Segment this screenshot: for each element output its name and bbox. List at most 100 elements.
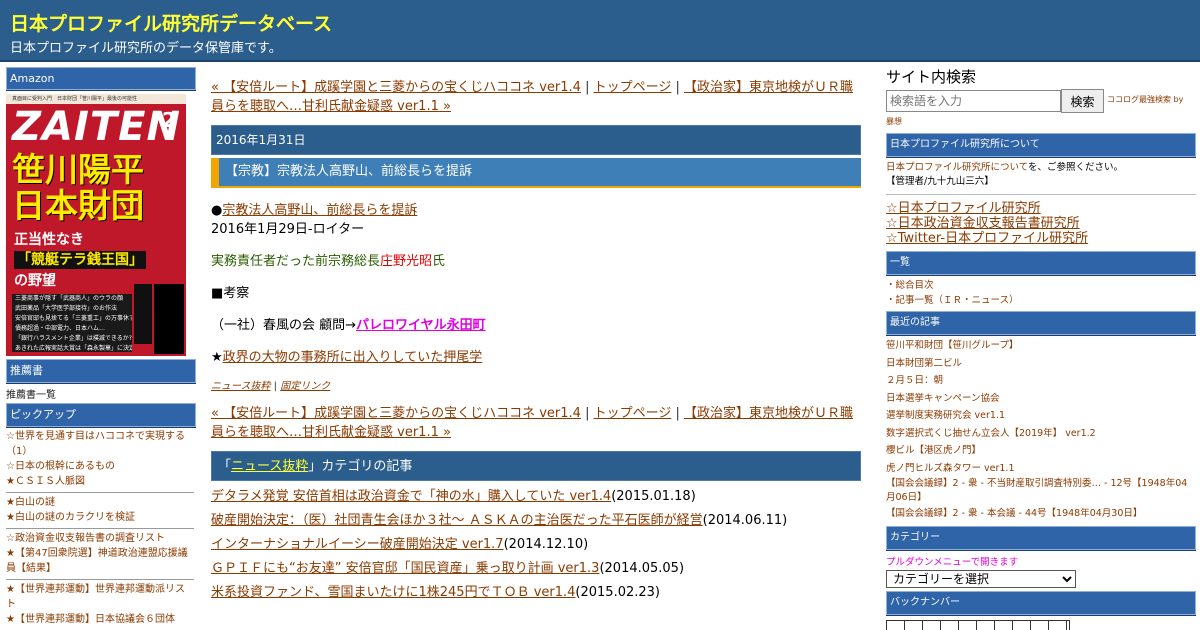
main-content: « 【安倍ルート】成蹊学園と三菱からの宝くじハココネ ver1.4 | トップペ… — [211, 78, 861, 605]
category-header-link[interactable]: ニュース抜粋 — [231, 459, 308, 474]
list-item[interactable]: ・総合目次 — [886, 278, 1196, 293]
pickup-link[interactable]: ★白山の謎のカラクリを検証 — [6, 510, 194, 525]
magazine-sub3: の野望 — [14, 273, 56, 289]
list-heading: 一覧 — [886, 251, 1196, 275]
pickup-group: ☆政治資金収支報告書の調査リスト ★【第47回衆院選】神道政治連盟応援議員【結果… — [6, 529, 194, 580]
recent-post-link[interactable]: 数字選択式くじ抽せん立会人【2019年】 ver1.2 — [886, 425, 1196, 443]
recent-post-link[interactable]: 櫻ビル【港区虎ノ門】 — [886, 442, 1196, 460]
external-link[interactable]: ☆日本政治資金収支報告書研究所 — [886, 216, 1196, 231]
recent-post-link[interactable]: 【国会会議録】2 - 衆 - 本会議 - 44号【1948年04月30日】 — [886, 505, 1196, 523]
post-navigation-top: « 【安倍ルート】成蹊学園と三菱からの宝くじハココネ ver1.4 | トップペ… — [211, 80, 854, 114]
pickup-link[interactable]: ★【第47回衆院選】神道政治連盟応援議員【結果】 — [6, 546, 194, 576]
magazine-headline: 笹川陽平 日本財団 — [12, 150, 144, 225]
pickup-link[interactable]: ☆世界を見通す目はハココネで実現する（1） — [6, 429, 194, 459]
recommend-heading: 推薦書 — [6, 359, 196, 383]
related-article-link[interactable]: ＧＰＩＦにも“お友達” 安倍官邸「国民資産」乗っ取り計画 ver1.3 — [211, 561, 599, 576]
star-line: ★政界の大物の事務所に出入りしていた押尾学 — [211, 350, 483, 365]
recent-posts-list: 笹川平和財団【笹川グループ】 日本財団第二ビル ２月５日：朝 日本選挙キャンペー… — [886, 337, 1196, 523]
about-link[interactable]: 日本プロファイル研究所について — [886, 162, 1028, 173]
prev-post-link[interactable]: « 【安倍ルート】成蹊学園と三菱からの宝くじハココネ ver1.4 — [211, 80, 581, 95]
kousatsu-heading: ■考察 — [211, 286, 250, 301]
pickup-link[interactable]: ☆政治資金収支報告書の調査リスト — [6, 531, 194, 546]
recent-post-link[interactable]: ２月５日：朝 — [886, 372, 1196, 390]
recent-post-link[interactable]: 笹川平和財団【笹川グループ】 — [886, 337, 1196, 355]
recent-posts-heading: 最近の記事 — [886, 311, 1196, 335]
related-article-link[interactable]: 米系投資ファンド、雪国まいたけに1株245円でＴＯＢ ver1.4 — [211, 585, 575, 600]
related-article-link[interactable]: デタラメ発覚 安倍首相は政治資金で「神の水」購入していた ver1.4 — [211, 489, 611, 504]
recent-post-link[interactable]: 虎ノ門ヒルズ森タワー ver1.1 — [886, 460, 1196, 478]
recent-post-link[interactable]: 【国会会議録】2 - 衆 - 不当財産取引調査特別委… - 12号【1948年0… — [886, 477, 1196, 491]
association-line: （一社）春風の会 顧問→パレロワイヤル永田町 — [211, 318, 486, 333]
magazine-sub2: 「競艇テラ銭王国」 — [14, 251, 146, 269]
external-link[interactable]: ☆日本プロファイル研究所 — [886, 201, 1196, 216]
index-list: ・総合目次 ・記事一覧（ＩＲ・ニュース） — [886, 278, 1196, 308]
magazine-stack: 三菱商事が隠す「武器商人」のウラの顔 武田薬品「大学医学部接待」のお作法 安倍官… — [12, 294, 132, 352]
site-description: 日本プロファイル研究所のデータ保管庫です。 — [10, 41, 282, 56]
about-text: 日本プロファイル研究所についてを、ご参照ください。 【管理者/九十九山三六】 — [886, 162, 1124, 187]
site-title[interactable]: 日本プロファイル研究所データベース — [10, 9, 332, 36]
search-form: 検索 ココログ最強検索 by — [886, 89, 1196, 114]
category-articles-header: 「ニュース抜粋」カテゴリの記事 — [211, 451, 861, 481]
list-item: 米系投資ファンド、雪国まいたけに1株245円でＴＯＢ ver1.4(2015.0… — [211, 585, 660, 600]
list-item: ＧＰＩＦにも“お友達” 安倍官邸「国民資産」乗っ取り計画 ver1.3(2014… — [211, 561, 685, 576]
magazine-top-text: 真面目に受判入門 日本財団「笹川陽平」最後の可能性 — [6, 94, 186, 104]
pickup-group: ★【世界連邦運動】世界連邦運動派リスト ★【世界連邦運動】日本協議会６団体 — [6, 580, 194, 630]
magazine-cover-image[interactable]: 真面目に受判入門 日本財団「笹川陽平」最後の可能性 ZAITEN 2 笹川陽平日… — [6, 94, 186, 356]
magazine-vertical-band — [154, 284, 184, 354]
article-line: 実務責任者だった前宗務総長庄野光昭氏 — [211, 254, 446, 269]
permalink[interactable]: 固定リンク — [280, 381, 330, 392]
top-page-link[interactable]: トップページ — [594, 80, 672, 95]
pickup-group: ☆世界を見通す目はハココネで実現する（1） ☆日本の根幹にあるもの ★ＣＳＩＳ人… — [6, 427, 194, 493]
pickup-link[interactable]: ★ＣＳＩＳ人脈図 — [6, 474, 194, 489]
post-navigation-bottom: « 【安倍ルート】成蹊学園と三菱からの宝くじハココネ ver1.4 | トップペ… — [211, 406, 854, 440]
related-article-link[interactable]: 破産開始決定：（医）社団青生会ほか３社～ ＡＳＫＡの主治医だった平石医師が経営 — [211, 513, 703, 528]
date-header: 2016年1月31日 — [211, 125, 861, 155]
list-item: インターナショナルイーシー破産開始決定 ver1.7(2014.12.10) — [211, 537, 589, 552]
list-item: 破産開始決定：（医）社団青生会ほか３社～ ＡＳＫＡの主治医だった平石医師が経営(… — [211, 513, 788, 528]
palais-royal-link[interactable]: パレロワイヤル永田町 — [356, 318, 486, 333]
search-button[interactable]: 検索 — [1061, 89, 1104, 113]
prev-post-link[interactable]: « 【安倍ルート】成蹊学園と三菱からの宝くじハココネ ver1.4 — [211, 406, 581, 421]
magazine-issue: 2 — [162, 108, 176, 132]
related-articles: デタラメ発覚 安倍首相は政治資金で「神の水」購入していた ver1.4(2015… — [211, 485, 861, 605]
recent-post-link[interactable]: 日本選挙キャンペーン協会 — [886, 390, 1196, 408]
magazine-sub1: 正当性なき — [14, 232, 84, 248]
pickup-group: ★白山の謎 ★白山の謎のカラクリを検証 — [6, 493, 194, 529]
pickup-link[interactable]: ☆日本の根幹にあるもの — [6, 459, 194, 474]
article-source: ●宗教法人高野山、前総長らを提訴 2016年1月29日-ロイター — [211, 203, 418, 237]
external-link[interactable]: ☆Twitter-日本プロファイル研究所 — [886, 231, 1196, 246]
site-header: 日本プロファイル研究所データベース 日本プロファイル研究所のデータ保管庫です。 — [0, 0, 1200, 62]
category-note: プルダウンメニューで開きます — [886, 556, 1019, 568]
source-link[interactable]: 宗教法人高野山、前総長らを提訴 — [222, 203, 417, 218]
oshio-link[interactable]: 政界の大物の事務所に出入りしていた押尾学 — [223, 350, 483, 365]
search-input[interactable] — [886, 90, 1061, 112]
article-footer: ニュース抜粋 | 固定リンク — [211, 381, 331, 392]
backnumber-heading: バックナンバー — [886, 590, 1196, 615]
pickup-link[interactable]: ★【世界連邦運動】日本協議会６団体 — [6, 612, 194, 627]
backnumber-calendar[interactable] — [886, 619, 1070, 630]
recent-post-link[interactable]: 日本財団第二ビル — [886, 355, 1196, 373]
list-item[interactable]: ・記事一覧（ＩＲ・ニュース） — [886, 293, 1196, 308]
category-link[interactable]: ニュース抜粋 — [211, 381, 271, 392]
recent-post-link[interactable]: 選挙制度実務研究会 ver1.1 — [886, 407, 1196, 425]
left-sidebar: Amazon 真面目に受判入門 日本財団「笹川陽平」最後の可能性 ZAITEN … — [6, 67, 196, 630]
external-links: ☆日本プロファイル研究所 ☆日本政治資金収支報告書研究所 ☆Twitter-日本… — [886, 194, 1196, 248]
recommend-list-link[interactable]: 推薦書一覧 — [6, 383, 196, 403]
related-article-link[interactable]: インターナショナルイーシー破産開始決定 ver1.7 — [211, 537, 504, 552]
recent-post-link[interactable]: 月06日】 — [886, 491, 1196, 505]
search-heading: サイト内検索 — [886, 68, 977, 86]
amazon-heading: Amazon — [6, 67, 196, 90]
search-by-label: ココログ最強検索 by — [1107, 95, 1184, 104]
magazine-logo: ZAITEN — [12, 104, 181, 150]
category-heading: カテゴリー — [886, 525, 1196, 550]
top-page-link[interactable]: トップページ — [594, 406, 672, 421]
about-heading: 日本プロファイル研究所について — [886, 133, 1196, 157]
pickup-link[interactable]: ★白山の謎 — [6, 495, 194, 510]
category-select[interactable]: カテゴリーを選択 — [886, 569, 1076, 588]
pickup-link[interactable]: ★【世界連邦運動】世界連邦運動派リスト — [6, 582, 194, 612]
pickup-heading: ピックアップ — [6, 403, 196, 427]
list-item: デタラメ発覚 安倍首相は政治資金で「神の水」購入していた ver1.4(2015… — [211, 489, 696, 504]
right-sidebar: サイト内検索 検索 ココログ最強検索 by 暴想 日本プロファイル研究所について… — [886, 67, 1196, 630]
search-by-author-link[interactable]: 暴想 — [886, 116, 1196, 130]
magazine-vertical-band — [134, 284, 152, 344]
